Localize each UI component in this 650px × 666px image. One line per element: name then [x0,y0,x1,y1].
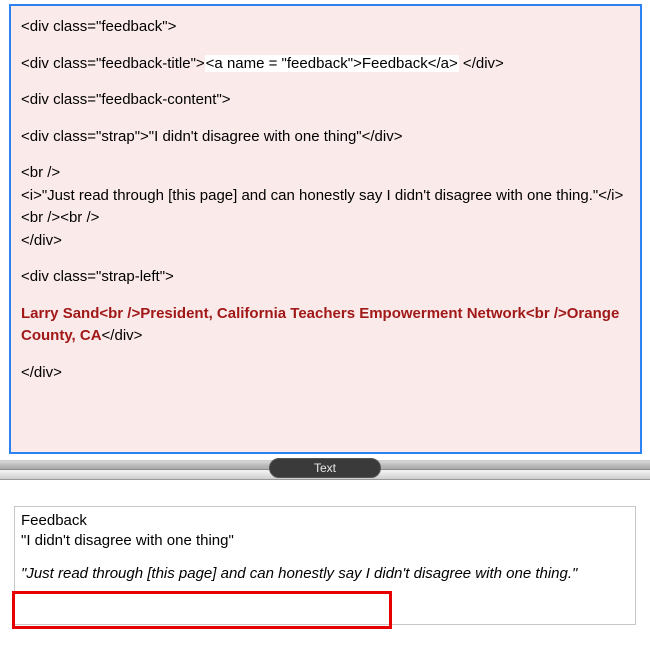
code-text: <div class="feedback-title"> [21,55,205,72]
preview-body: "Just read through [this page] and can h… [21,564,629,584]
divider-label: Text [269,458,381,478]
code-line: <br /> [21,162,630,185]
code-line: <div class="feedback"> [21,16,630,39]
preview-title: Feedback [21,511,629,531]
code-line: </div> [21,362,630,385]
code-line: <div class="feedback-title"><a name = "f… [21,53,630,76]
preview-strap: "I didn't disagree with one thing" [21,531,629,551]
code-text: </div> [102,327,143,344]
code-line-author: Larry Sand<br />President, California Te… [21,303,630,348]
code-text: </div> [459,55,504,72]
author-name: Larry Sand [21,305,99,322]
author-br: <br /> [526,305,567,322]
preview-box[interactable]: Feedback "I didn't disagree with one thi… [14,506,636,625]
code-line: <div class="feedback-content"> [21,89,630,112]
code-line: </div> [21,230,630,253]
highlighted-segment: <a name = "feedback">Feedback</a> [205,55,459,72]
code-line: <br /><br /> [21,207,630,230]
code-line: <div class="strap">"I didn't disagree wi… [21,126,630,149]
code-line: <div class="strap-left"> [21,266,630,289]
panel-divider[interactable]: Text [0,460,650,488]
code-line-group: <br /> <i>"Just read through [this page]… [21,162,630,252]
preview-area: Feedback "I didn't disagree with one thi… [0,488,650,635]
red-highlight-box [12,591,392,629]
author-title: President, California Teachers Empowerme… [140,305,526,322]
code-line: <i>"Just read through [this page] and ca… [21,185,630,208]
author-br: <br /> [99,305,140,322]
html-source-editor[interactable]: <div class="feedback"> <div class="feedb… [9,4,642,454]
